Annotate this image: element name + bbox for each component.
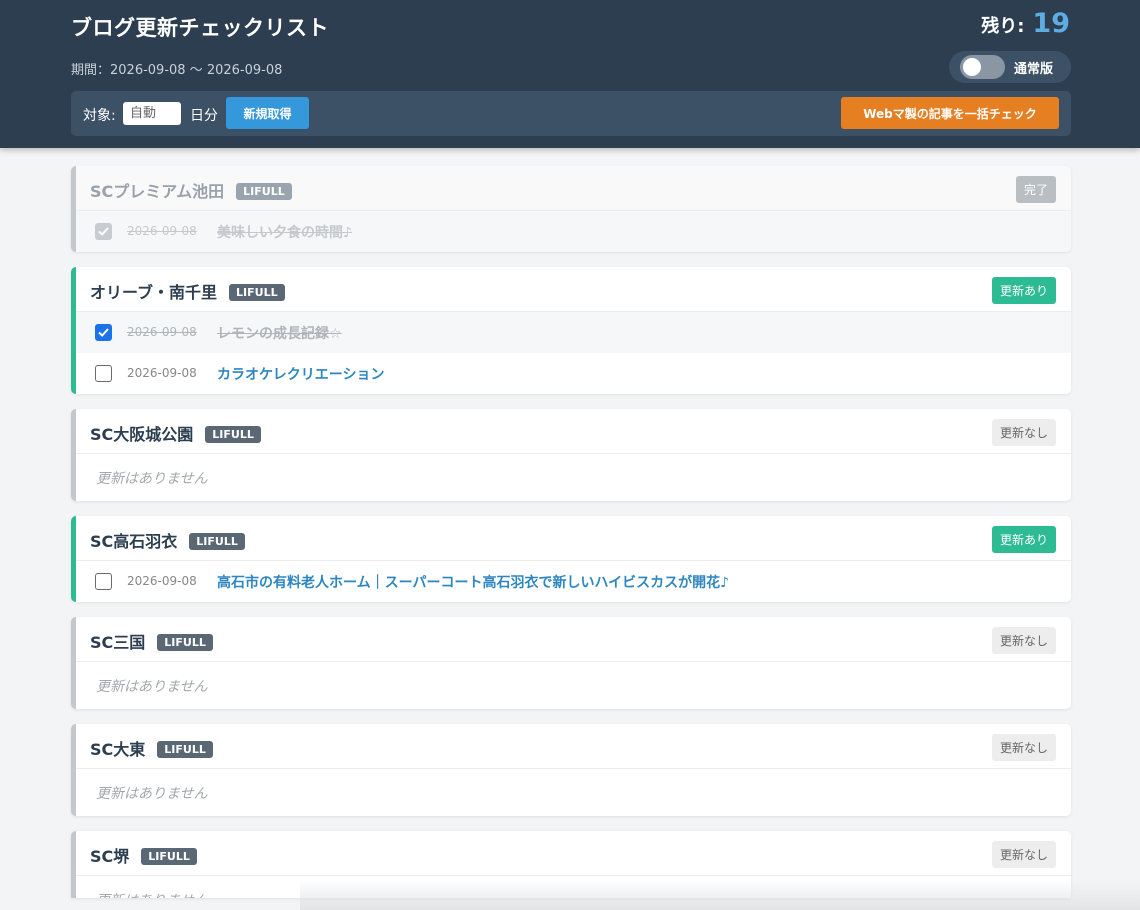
post-row: 2026-09-08 高石市の有料老人ホーム｜スーパーコート高石羽衣で新しいハイ…	[76, 561, 1071, 602]
empty-message: 更新はありません	[96, 786, 208, 802]
post-title-link[interactable]: カラオケレクリエーション	[217, 364, 384, 384]
period-text: 期間：2026-09-08 〜 2026-09-08	[71, 63, 283, 78]
facility-name-text: SC堺	[90, 847, 130, 866]
check-icon	[98, 328, 109, 337]
empty-row: 更新はありません	[76, 454, 1071, 500]
facility-name: SC大東 LIFULL	[90, 736, 213, 760]
facility-name-text: SC大阪城公園	[90, 425, 194, 444]
post-checkbox[interactable]	[95, 573, 112, 590]
target-label: 対象:	[83, 108, 116, 124]
facility-name-text: SC三国	[90, 633, 146, 652]
toggle-switch[interactable]	[960, 55, 1005, 79]
post-title-link[interactable]: 美味しい夕食の時間♪	[217, 222, 352, 242]
facility-card: SCプレミアム池田 LIFULL 完了 2026-09-08 美味しい夕食の時間♪	[71, 166, 1071, 252]
source-badge: LIFULL	[141, 848, 197, 865]
facility-name-text: SCプレミアム池田	[90, 182, 225, 201]
post-date: 2026-09-08	[127, 574, 197, 588]
card-header: SCプレミアム池田 LIFULL 完了	[76, 166, 1071, 211]
status-badge: 完了	[1015, 176, 1056, 203]
page-title: ブログ更新チェックリスト	[71, 16, 329, 40]
fetch-button[interactable]: 新規取得	[226, 97, 309, 129]
toolbar: 対象: 日分 新規取得 Webマ製の記事を一括チェック	[71, 91, 1071, 136]
facility-name: SC大阪城公園 LIFULL	[90, 421, 261, 445]
card-header: SC大阪城公園 LIFULL 更新なし	[76, 409, 1071, 454]
source-badge: LIFULL	[205, 426, 261, 443]
facility-name-text: SC高石羽衣	[90, 532, 178, 551]
remaining-label: 残り:	[981, 16, 1025, 37]
facility-name-text: SC大東	[90, 740, 146, 759]
post-row: 2026-09-08 美味しい夕食の時間♪	[76, 211, 1071, 252]
facility-card: SC大阪城公園 LIFULL 更新なし 更新はありません	[71, 409, 1071, 501]
card-header: SC三国 LIFULL 更新なし	[76, 617, 1071, 662]
facility-name-text: オリーブ・南千里	[90, 283, 218, 302]
source-badge: LIFULL	[229, 284, 285, 301]
post-title-link[interactable]: 高石市の有料老人ホーム｜スーパーコート高石羽衣で新しいハイビスカスが開花♪	[217, 572, 729, 592]
empty-row: 更新はありません	[76, 662, 1071, 708]
card-header: SC堺 LIFULL 更新なし	[76, 831, 1071, 876]
status-badge: 更新なし	[991, 419, 1056, 446]
status-badge: 更新あり	[991, 277, 1056, 304]
remaining-counter: 残り: 19	[981, 8, 1070, 39]
source-badge: LIFULL	[157, 634, 213, 651]
source-badge: LIFULL	[236, 183, 292, 200]
facility-name: オリーブ・南千里 LIFULL	[90, 279, 285, 303]
toggle-knob	[963, 58, 981, 76]
app-header: ブログ更新チェックリスト 期間：2026-09-08 〜 2026-09-08 …	[0, 0, 1140, 148]
check-icon	[98, 227, 109, 236]
facility-card: SC大東 LIFULL 更新なし 更新はありません	[71, 724, 1071, 816]
facility-card: SC三国 LIFULL 更新なし 更新はありません	[71, 617, 1071, 709]
post-checkbox[interactable]	[95, 324, 112, 341]
status-badge: 更新あり	[991, 526, 1056, 553]
card-header: SC高石羽衣 LIFULL 更新あり	[76, 516, 1071, 561]
post-row: 2026-09-08 カラオケレクリエーション	[76, 353, 1071, 394]
post-date: 2026-09-08	[127, 366, 197, 380]
days-input[interactable]	[123, 102, 181, 125]
facility-name: SC三国 LIFULL	[90, 629, 213, 653]
facility-name: SC高石羽衣 LIFULL	[90, 528, 245, 552]
mode-label: 通常版	[1014, 61, 1054, 77]
post-checkbox[interactable]	[95, 223, 112, 240]
status-badge: 更新なし	[991, 627, 1056, 654]
empty-row: 更新はありません	[76, 769, 1071, 815]
post-row: 2026-09-08 レモンの成長記録☆	[76, 312, 1071, 353]
source-badge: LIFULL	[189, 533, 245, 550]
empty-message: 更新はありません	[96, 679, 208, 695]
mode-toggle[interactable]: 通常版	[949, 51, 1071, 83]
facility-name: SC堺 LIFULL	[90, 843, 197, 867]
post-checkbox[interactable]	[95, 365, 112, 382]
bulk-check-button[interactable]: Webマ製の記事を一括チェック	[841, 97, 1059, 129]
empty-message: 更新はありません	[96, 890, 208, 898]
status-badge: 更新なし	[991, 841, 1056, 868]
post-title-link[interactable]: レモンの成長記録☆	[217, 323, 342, 343]
empty-row: 更新はありません	[76, 876, 1071, 898]
post-date: 2026-09-08	[127, 224, 197, 238]
card-header: SC大東 LIFULL 更新なし	[76, 724, 1071, 769]
facility-name: SCプレミアム池田 LIFULL	[90, 178, 292, 202]
post-date: 2026-09-08	[127, 325, 197, 339]
card-header: オリーブ・南千里 LIFULL 更新あり	[76, 267, 1071, 312]
remaining-count: 19	[1032, 8, 1070, 39]
facility-card: SC高石羽衣 LIFULL 更新あり 2026-09-08 高石市の有料老人ホーム…	[71, 516, 1071, 602]
facility-card: オリーブ・南千里 LIFULL 更新あり 2026-09-08 レモンの成長記録☆…	[71, 267, 1071, 394]
facility-card: SC堺 LIFULL 更新なし 更新はありません	[71, 831, 1071, 898]
empty-message: 更新はありません	[96, 471, 208, 487]
days-unit-label: 日分	[190, 108, 218, 124]
status-badge: 更新なし	[991, 734, 1056, 761]
source-badge: LIFULL	[157, 741, 213, 758]
